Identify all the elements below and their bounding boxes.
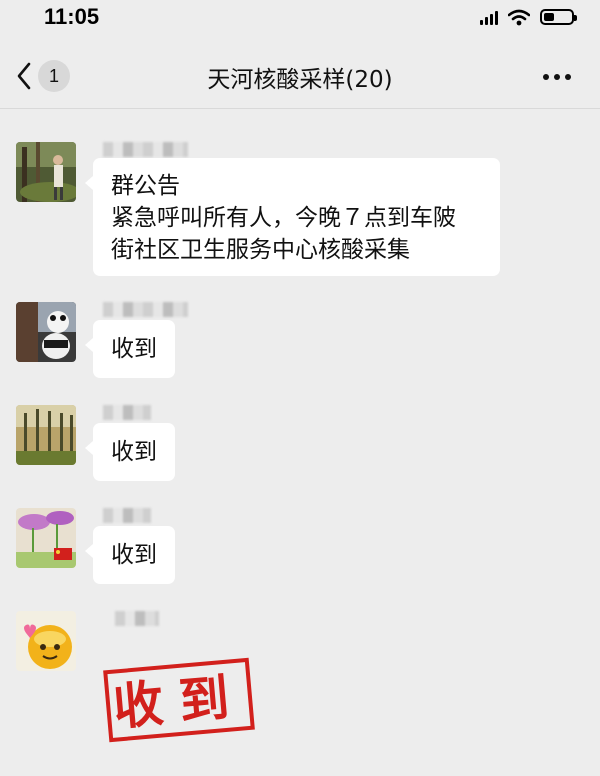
stamp-text: 收到 bbox=[111, 667, 248, 736]
avatar[interactable] bbox=[16, 611, 76, 671]
avatar[interactable] bbox=[16, 405, 76, 465]
status-time: 11:05 bbox=[44, 4, 100, 29]
avatar[interactable] bbox=[16, 508, 76, 568]
sender-name-redacted bbox=[103, 142, 188, 157]
cellular-signal-icon bbox=[480, 9, 498, 25]
announcement-text-line: 街社区卫生服务中心核酸采集 bbox=[111, 237, 410, 263]
more-button[interactable] bbox=[532, 62, 582, 92]
announcement-heading: 群公告 bbox=[111, 173, 180, 199]
sender-name-redacted bbox=[103, 302, 188, 317]
wifi-icon bbox=[508, 9, 530, 25]
nav-divider bbox=[0, 108, 600, 109]
chat-title: 天河核酸采样(20) bbox=[207, 67, 393, 93]
battery-icon bbox=[540, 9, 577, 25]
nav-bar: 1 天河核酸采样(20) bbox=[0, 50, 600, 104]
avatar[interactable] bbox=[16, 302, 76, 362]
received-stamp-sticker[interactable]: 收到 bbox=[102, 657, 256, 744]
announcement-text-line: 紧急呼叫所有人，今晚７点到车陂 bbox=[111, 205, 456, 231]
status-bar: 11:05 bbox=[0, 0, 600, 36]
battery-level bbox=[544, 13, 554, 21]
status-icons bbox=[480, 7, 577, 27]
avatar[interactable] bbox=[16, 142, 76, 202]
sender-name-redacted bbox=[103, 405, 151, 420]
message-bubble[interactable]: 收到 bbox=[85, 320, 175, 378]
sender-name-redacted bbox=[103, 508, 151, 523]
more-icon bbox=[543, 74, 549, 80]
message-bubble[interactable]: 收到 bbox=[85, 526, 175, 584]
message-bubble[interactable]: 收到 bbox=[85, 423, 175, 481]
announcement-bubble[interactable]: 群公告 紧急呼叫所有人，今晚７点到车陂 街社区卫生服务中心核酸采集 bbox=[85, 158, 500, 276]
sender-name-redacted bbox=[115, 611, 159, 626]
